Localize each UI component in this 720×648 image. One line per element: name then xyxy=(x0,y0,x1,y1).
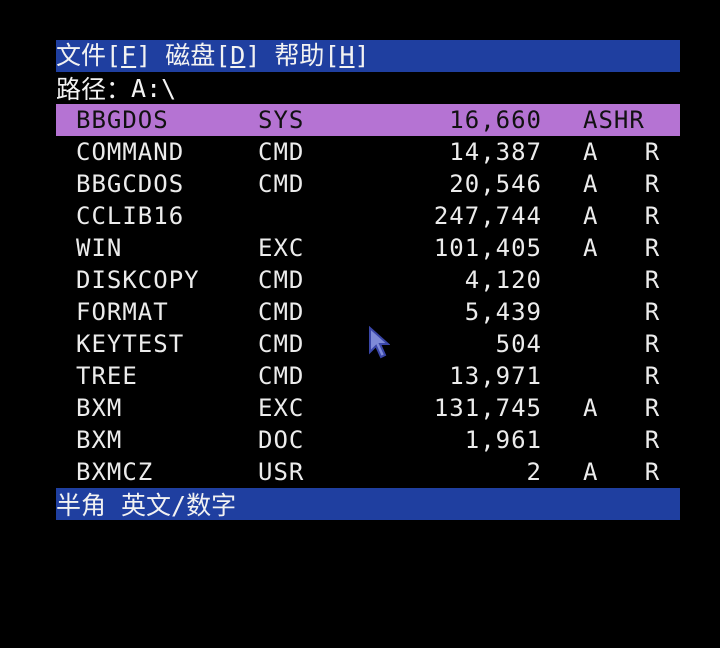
menu-help-label: 帮助 xyxy=(274,41,325,70)
file-attr: A R xyxy=(583,138,661,166)
file-size: 4,120 xyxy=(464,266,542,294)
file-ext: CMD xyxy=(258,330,305,358)
file-name: WIN xyxy=(76,234,123,262)
file-name: FORMAT xyxy=(76,298,169,326)
file-size: 20,546 xyxy=(449,170,542,198)
file-size: 13,971 xyxy=(449,362,542,390)
mouse-pointer-icon xyxy=(369,326,390,359)
file-size: 247,744 xyxy=(433,202,542,230)
file-ext: CMD xyxy=(258,266,305,294)
file-row[interactable]: CCLIB16 247,744 A R xyxy=(56,200,680,232)
file-attr: R xyxy=(583,426,661,454)
file-ext: SYS xyxy=(258,106,305,134)
file-attr: A R xyxy=(583,202,661,230)
file-ext: CMD xyxy=(258,138,305,166)
file-attr: R xyxy=(583,362,661,390)
menu-help-hotkey: H xyxy=(339,41,355,70)
file-size: 101,405 xyxy=(433,234,542,262)
menu-file-bracket-open: [ xyxy=(106,41,122,70)
file-attr: A R xyxy=(583,170,661,198)
file-name: TREE xyxy=(76,362,138,390)
path-line: 路径： A:\ xyxy=(56,72,680,105)
file-size: 1,961 xyxy=(464,426,542,454)
menu-disk[interactable]: 磁盘[D] xyxy=(165,40,260,72)
menu-help-bracket-open: [ xyxy=(324,41,340,70)
file-row[interactable]: FORMAT CMD 5,439 R xyxy=(56,296,680,328)
file-name: BXM xyxy=(76,394,123,422)
file-size: 2 xyxy=(526,458,542,486)
file-row[interactable]: DISKCOPY CMD 4,120 R xyxy=(56,264,680,296)
path-label: 路径： xyxy=(56,75,132,104)
file-list: BBGDOS SYS 16,660 ASHR COMMAND CMD 14,38… xyxy=(56,104,680,488)
menu-help-bracket-close: ] xyxy=(354,41,370,70)
file-attr: A R xyxy=(583,394,661,422)
menu-disk-bracket-open: [ xyxy=(215,41,231,70)
file-row[interactable]: TREE CMD 13,971 R xyxy=(56,360,680,392)
file-name: CCLIB16 xyxy=(76,202,185,230)
file-size: 5,439 xyxy=(464,298,542,326)
file-name: BBGCDOS xyxy=(76,170,185,198)
file-size: 131,745 xyxy=(433,394,542,422)
file-attr: A R xyxy=(583,458,661,486)
file-attr: R xyxy=(583,330,661,358)
file-ext: EXC xyxy=(258,394,305,422)
file-attr: A R xyxy=(583,234,661,262)
input-mode-status: 半角 英文/数字 xyxy=(56,491,237,520)
file-ext: DOC xyxy=(258,426,305,454)
menu-help[interactable]: 帮助[H] xyxy=(274,40,369,72)
file-ext: CMD xyxy=(258,170,305,198)
file-name: DISKCOPY xyxy=(76,266,200,294)
dos-shell-screen: 文件[F] 磁盘[D] 帮助[H] 路径： A:\ BBGDOS SYS 16,6… xyxy=(56,40,680,522)
file-row[interactable]: BXMCZ USR 2 A R xyxy=(56,456,680,488)
menu-disk-hotkey: D xyxy=(230,41,246,70)
file-row[interactable]: BXM DOC 1,961 R xyxy=(56,424,680,456)
menu-disk-bracket-close: ] xyxy=(245,41,261,70)
file-row[interactable]: BBGCDOS CMD 20,546 A R xyxy=(56,168,680,200)
menu-file[interactable]: 文件[F] xyxy=(56,40,151,72)
file-name: COMMAND xyxy=(76,138,185,166)
file-ext: CMD xyxy=(258,298,305,326)
menu-disk-label: 磁盘 xyxy=(165,41,216,70)
file-attr: R xyxy=(583,266,661,294)
file-name: BXM xyxy=(76,426,123,454)
file-row[interactable]: COMMAND CMD 14,387 A R xyxy=(56,136,680,168)
file-attr: R xyxy=(583,298,661,326)
file-row-selected[interactable]: BBGDOS SYS 16,660 ASHR xyxy=(56,104,680,136)
file-size: 16,660 xyxy=(449,106,542,134)
menu-file-label: 文件 xyxy=(56,41,107,70)
file-name: BBGDOS xyxy=(76,106,169,134)
file-ext: EXC xyxy=(258,234,305,262)
file-row[interactable]: BXM EXC 131,745 A R xyxy=(56,392,680,424)
menu-file-bracket-close: ] xyxy=(136,41,152,70)
menu-file-hotkey: F xyxy=(121,41,137,70)
file-attr: ASHR xyxy=(583,106,645,134)
file-ext: USR xyxy=(258,458,305,486)
file-size: 14,387 xyxy=(449,138,542,166)
file-name: KEYTEST xyxy=(76,330,185,358)
file-ext: CMD xyxy=(258,362,305,390)
path-value: A:\ xyxy=(131,73,177,103)
status-bar: 半角 英文/数字 xyxy=(56,488,680,520)
file-name: BXMCZ xyxy=(76,458,154,486)
file-row[interactable]: WIN EXC 101,405 A R xyxy=(56,232,680,264)
menu-bar: 文件[F] 磁盘[D] 帮助[H] xyxy=(56,40,680,72)
